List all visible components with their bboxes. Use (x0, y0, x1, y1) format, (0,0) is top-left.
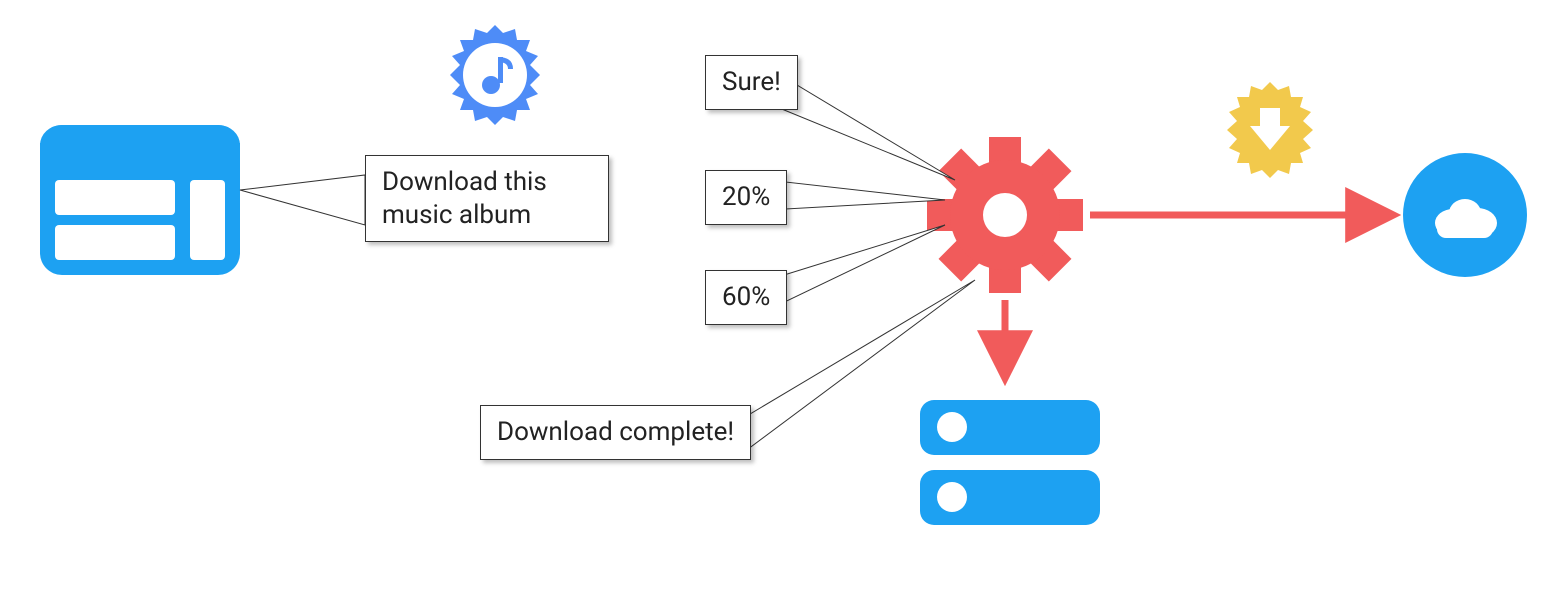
tail-progress1 (768, 180, 945, 210)
response-done: Download complete! (480, 405, 751, 460)
tail-request (240, 175, 365, 225)
request-message: Download this music album (365, 155, 609, 242)
download-arrow-seal-icon (1227, 82, 1313, 178)
response-progress-2: 60% (705, 270, 787, 325)
tail-progress2 (768, 225, 945, 310)
gear-icon (927, 137, 1083, 293)
music-note-seal-icon (450, 25, 540, 125)
response-progress-1: 20% (705, 170, 787, 225)
browser-window-icon (40, 125, 240, 275)
cloud-circle-icon (1403, 153, 1527, 277)
diagram-stage: Download this music album Sure! 20% 60% … (0, 0, 1550, 600)
server-stack-icon (920, 400, 1100, 525)
response-ack: Sure! (705, 55, 798, 110)
tail-ack (772, 70, 955, 180)
